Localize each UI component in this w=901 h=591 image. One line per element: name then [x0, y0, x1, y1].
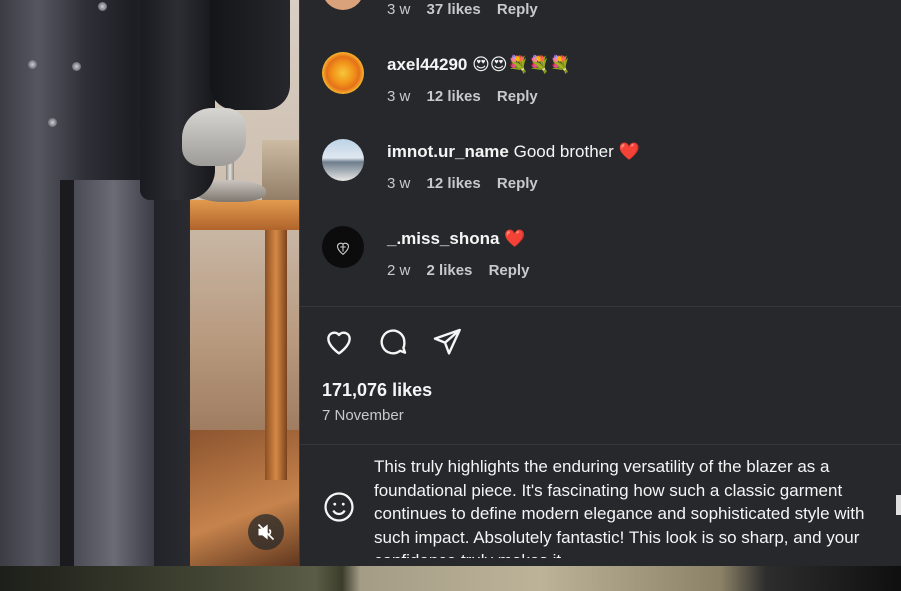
comment-meta: 2 w 2 likes Reply: [387, 262, 541, 279]
comment-likes[interactable]: 12 likes: [427, 175, 481, 192]
comment-likes[interactable]: 12 likes: [427, 88, 481, 105]
comment-time: 3 w: [387, 175, 411, 192]
like-button[interactable]: [322, 325, 356, 359]
comment-meta: 3 w 37 likes Reply: [387, 1, 550, 18]
share-button[interactable]: [430, 325, 464, 359]
media-table-leg: [265, 230, 287, 480]
speaker-muted-icon: [257, 523, 275, 541]
background-strip: [0, 566, 901, 591]
section-divider: [300, 444, 901, 445]
comment-time: 2 w: [387, 262, 411, 279]
reply-button[interactable]: Reply: [497, 175, 538, 192]
comment-likes[interactable]: 37 likes: [427, 1, 481, 18]
comment-body: Good brother ❤️: [513, 142, 640, 161]
post-date: 7 November: [322, 407, 404, 424]
scroll-indicator[interactable]: [896, 495, 901, 515]
suit-button: [98, 2, 107, 11]
media-arm: [140, 0, 215, 200]
comment-username[interactable]: _.miss_shona: [387, 229, 499, 248]
mute-button[interactable]: [248, 514, 284, 550]
media-sleeve: [210, 0, 290, 110]
suit-button: [28, 60, 37, 69]
comment-button[interactable]: [376, 325, 410, 359]
avatar[interactable]: [322, 0, 364, 10]
reply-button[interactable]: Reply: [497, 1, 538, 18]
media-table: [183, 200, 299, 230]
comment-input[interactable]: This truly highlights the enduring versa…: [374, 455, 889, 558]
comment-body: 😍😍💐💐💐: [472, 55, 572, 74]
avatar[interactable]: [322, 52, 364, 94]
media-leg: [74, 180, 154, 566]
comment-text: imnot.ur_name Good brother ❤️: [387, 142, 640, 162]
section-divider: [300, 306, 901, 307]
post-media[interactable]: [0, 0, 299, 566]
comment-text: axel44290 😍😍💐💐💐: [387, 55, 571, 75]
comments-panel: 3 w 37 likes Reply axel44290 😍😍💐💐💐 3 w 1…: [300, 0, 901, 566]
avatar[interactable]: [322, 226, 364, 268]
avatar[interactable]: [322, 139, 364, 181]
likes-count[interactable]: 171,076 likes: [322, 380, 432, 401]
media-box: [262, 140, 299, 205]
comment-meta: 3 w 12 likes Reply: [387, 175, 550, 192]
comment-text: _.miss_shona ❤️: [387, 229, 525, 249]
comment-time: 3 w: [387, 1, 411, 18]
paper-plane-icon: [433, 328, 461, 355]
comment-likes[interactable]: 2 likes: [427, 262, 473, 279]
heart-sketch-icon: [336, 242, 350, 256]
comment-time: 3 w: [387, 88, 411, 105]
action-bar: [322, 325, 464, 359]
comment-meta: 3 w 12 likes Reply: [387, 88, 550, 105]
comment-username[interactable]: axel44290: [387, 55, 467, 74]
heart-icon: [327, 331, 351, 355]
suit-button: [72, 62, 81, 71]
emoji-button[interactable]: [322, 490, 356, 524]
reply-button[interactable]: Reply: [497, 88, 538, 105]
comment-username[interactable]: imnot.ur_name: [387, 142, 509, 161]
comment-bubble-icon: [380, 329, 407, 355]
suit-button: [48, 118, 57, 127]
reply-button[interactable]: Reply: [489, 262, 530, 279]
media-hand: [182, 108, 246, 166]
media-leg-gap: [60, 180, 74, 566]
comment-body: ❤️: [504, 229, 526, 248]
smiley-icon: [324, 492, 354, 522]
